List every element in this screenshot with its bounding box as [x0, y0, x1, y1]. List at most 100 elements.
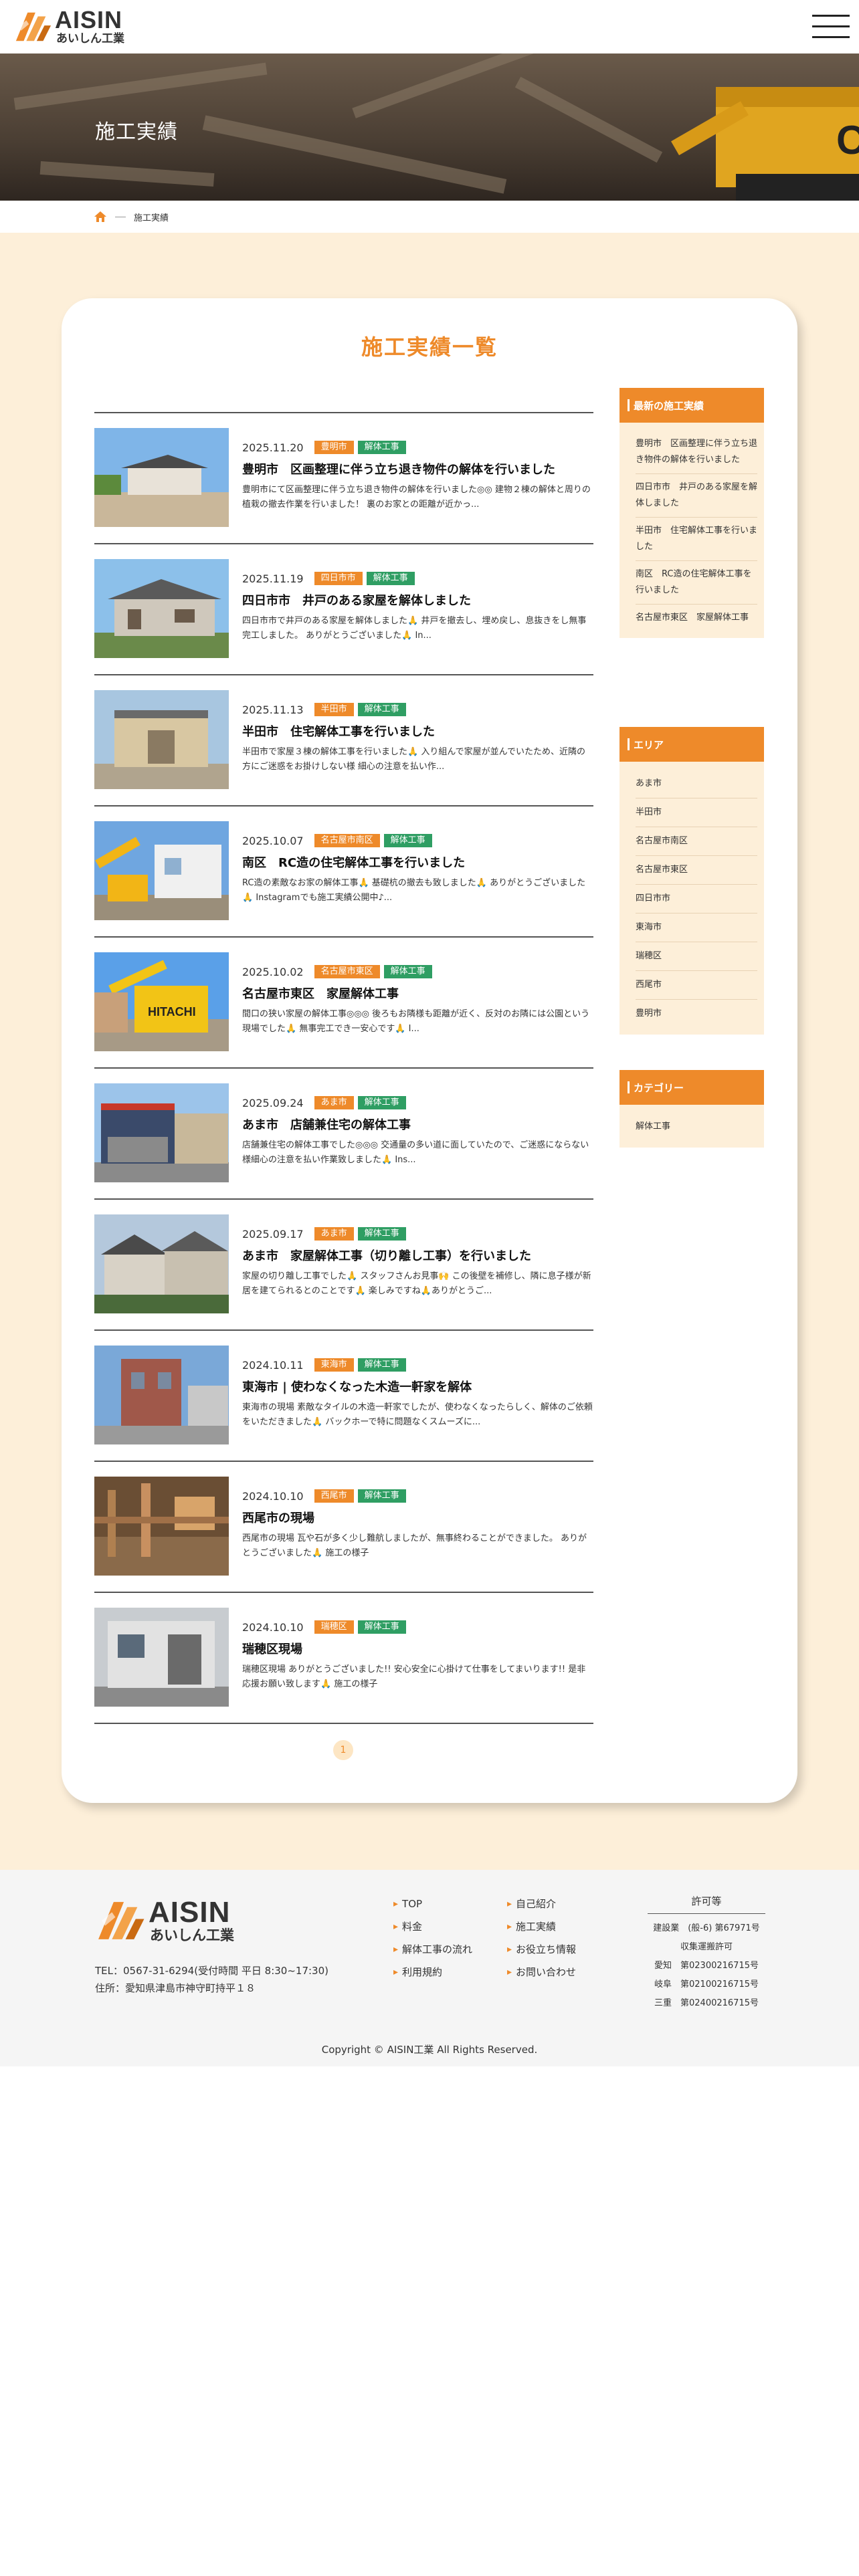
area-tag[interactable]: 半田市	[314, 703, 354, 716]
footer-logo-mark-icon	[98, 1902, 145, 1939]
sidebar-area-item[interactable]: 名古屋市南区	[636, 827, 757, 856]
post-excerpt: 豊明市にて区画整理に伴う立ち退き物件の解体を行いました◎◎ 建物２棟の解体と周り…	[242, 485, 591, 510]
post-item[interactable]: 2025.09.17 あま市 解体工事 あま市 家屋解体工事（切り離し工事）を行…	[94, 1200, 593, 1331]
sidebar-categories-title: カテゴリー	[619, 1070, 764, 1105]
post-item[interactable]: 2025.11.19 四日市市 解体工事 四日市市 井戸のある家屋を解体しました…	[94, 544, 593, 675]
post-title[interactable]: 西尾市の現場	[242, 1510, 593, 1527]
footer-license: 許可等 建設業 (般-6) 第67971号 収集運搬許可 愛知 第0230021…	[648, 1894, 765, 2013]
category-tag[interactable]: 解体工事	[357, 1227, 406, 1241]
area-tag[interactable]: 瑞穂区	[314, 1620, 354, 1634]
post-date: 2024.10.10	[242, 1620, 304, 1634]
footer-nav-terms[interactable]: 利用規約	[393, 1965, 472, 1988]
category-tag[interactable]: 解体工事	[383, 834, 432, 847]
footer-nav-top[interactable]: TOP	[393, 1897, 472, 1919]
post-item[interactable]: 2025.10.07 名古屋市南区 解体工事 南区 RC造の住宅解体工事を行いま…	[94, 807, 593, 938]
post-thumbnail[interactable]	[94, 1083, 229, 1182]
site-footer: AISIN あいしん工業 TEL：0567-31-6294(受付時間 平日 8:…	[0, 1870, 859, 2066]
post-thumbnail[interactable]	[94, 821, 229, 920]
hamburger-menu-button[interactable]	[812, 13, 850, 40]
footer-nav-contact[interactable]: お問い合わせ	[507, 1965, 576, 1988]
post-item[interactable]: 2025.11.13 半田市 解体工事 半田市 住宅解体工事を行いました 半田市…	[94, 675, 593, 807]
post-title[interactable]: 瑞穂区現場	[242, 1641, 593, 1658]
category-tag[interactable]: 解体工事	[366, 572, 415, 585]
hero-title: 施工実績	[95, 120, 178, 144]
post-item[interactable]: 2024.10.10 瑞穂区 解体工事 瑞穂区現場 瑞穂区現場 ありがとうござい…	[94, 1593, 593, 1724]
area-tag[interactable]: 豊明市	[314, 441, 354, 454]
post-thumbnail[interactable]	[94, 428, 229, 527]
post-title[interactable]: 東海市 | 使わなくなった木造一軒家を解体	[242, 1379, 593, 1396]
post-title[interactable]: 豊明市 区画整理に伴う立ち退き物件の解体を行いました	[242, 461, 593, 479]
post-title[interactable]: 四日市市 井戸のある家屋を解体しました	[242, 593, 593, 610]
post-date: 2025.11.19	[242, 572, 304, 585]
post-thumbnail[interactable]	[94, 1346, 229, 1444]
post-excerpt: 間口の狭い家屋の解体工事◎◎◎ 後ろもお隣様も距離が近く、反対のお隣には公園とい…	[242, 1009, 590, 1034]
sidebar-recent-item[interactable]: 豊明市 区画整理に伴う立ち退き物件の解体を行いました	[636, 431, 757, 474]
footer-nav-flow[interactable]: 解体工事の流れ	[393, 1942, 472, 1965]
category-tag[interactable]: 解体工事	[357, 441, 406, 454]
home-icon[interactable]	[94, 211, 107, 223]
post-excerpt: 四日市市で井戸のある家屋を解体しました🙏 井戸を撤去し、埋め戻し、息抜きをし無事…	[242, 616, 587, 641]
area-tag[interactable]: 四日市市	[314, 572, 363, 585]
sidebar-area-item[interactable]: 西尾市	[636, 971, 757, 1000]
sidebar-recent-item[interactable]: 南区 RC造の住宅解体工事を行いました	[636, 561, 757, 605]
area-tag[interactable]: 名古屋市南区	[314, 834, 380, 847]
license-title: 許可等	[648, 1894, 765, 1914]
footer-logo[interactable]: AISIN あいしん工業	[95, 1895, 234, 1946]
category-tag[interactable]: 解体工事	[357, 1489, 406, 1503]
footer-logo-text-ja: あいしん工業	[150, 1927, 234, 1943]
post-thumbnail[interactable]	[94, 1214, 229, 1313]
post-item[interactable]: 2024.10.10 西尾市 解体工事 西尾市の現場 西尾市の現場 瓦や石が多く…	[94, 1462, 593, 1593]
sidebar-area-item[interactable]: 豊明市	[636, 1000, 757, 1028]
category-tag[interactable]: 解体工事	[383, 965, 432, 978]
post-item[interactable]: 2024.10.11 東海市 解体工事 東海市 | 使わなくなった木造一軒家を解…	[94, 1331, 593, 1462]
site-logo[interactable]: AISIN あいしん工業	[13, 7, 124, 47]
sidebar-category-item[interactable]: 解体工事	[636, 1113, 757, 1141]
sidebar-recent-posts: 最新の施工実績 豊明市 区画整理に伴う立ち退き物件の解体を行いました 四日市市 …	[619, 388, 764, 638]
license-row: 収集運搬許可	[680, 1942, 733, 1952]
post-title[interactable]: あま市 家屋解体工事（切り離し工事）を行いました	[242, 1248, 593, 1265]
pagination-current-page[interactable]: 1	[333, 1740, 353, 1760]
post-thumbnail[interactable]: HITACHI	[94, 952, 229, 1051]
post-item[interactable]: 2025.09.24 あま市 解体工事 あま市 店舗兼住宅の解体工事 店舗兼住宅…	[94, 1069, 593, 1200]
post-thumbnail[interactable]	[94, 559, 229, 658]
sidebar-areas-title: エリア	[619, 727, 764, 762]
footer-nav-info[interactable]: お役立ち情報	[507, 1942, 576, 1965]
sidebar-area-item[interactable]: 四日市市	[636, 885, 757, 914]
category-tag[interactable]: 解体工事	[357, 1358, 406, 1372]
section-title: 施工実績一覧	[361, 334, 498, 360]
post-thumbnail[interactable]	[94, 1477, 229, 1576]
sidebar-area-item[interactable]: 半田市	[636, 798, 757, 827]
hero-banner: C 施工実績	[0, 53, 859, 201]
area-tag[interactable]: あま市	[314, 1096, 354, 1109]
sidebar-recent-item[interactable]: 四日市市 井戸のある家屋を解体しました	[636, 474, 757, 518]
footer-nav-about[interactable]: 自己紹介	[507, 1897, 576, 1919]
post-title[interactable]: 名古屋市東区 家屋解体工事	[242, 986, 593, 1003]
category-tag[interactable]: 解体工事	[357, 703, 406, 716]
area-tag[interactable]: 東海市	[314, 1358, 354, 1372]
area-tag[interactable]: 名古屋市東区	[314, 965, 380, 978]
post-title[interactable]: 半田市 住宅解体工事を行いました	[242, 724, 593, 741]
post-thumbnail[interactable]	[94, 690, 229, 789]
post-date: 2025.11.20	[242, 441, 304, 454]
area-tag[interactable]: あま市	[314, 1227, 354, 1241]
footer-nav-works[interactable]: 施工実績	[507, 1919, 576, 1942]
post-date: 2024.10.11	[242, 1358, 304, 1372]
copyright: Copyright © AISIN工業 All Rights Reserved.	[321, 2044, 538, 2056]
sidebar-area-item[interactable]: 名古屋市東区	[636, 856, 757, 885]
post-item[interactable]: 2025.11.20 豊明市 解体工事 豊明市 区画整理に伴う立ち退き物件の解体…	[94, 413, 593, 544]
footer-nav-pricing[interactable]: 料金	[393, 1919, 472, 1942]
sidebar-area-item[interactable]: 東海市	[636, 914, 757, 942]
category-tag[interactable]: 解体工事	[357, 1620, 406, 1634]
post-list: 2025.11.20 豊明市 解体工事 豊明市 区画整理に伴う立ち退き物件の解体…	[94, 412, 593, 1724]
post-item[interactable]: HITACHI 2025.10.02 名古屋市東区 解体工事 名古屋市東区 家屋…	[94, 938, 593, 1069]
post-title[interactable]: あま市 店舗兼住宅の解体工事	[242, 1117, 593, 1134]
sidebar-area-item[interactable]: 瑞穂区	[636, 942, 757, 971]
category-tag[interactable]: 解体工事	[357, 1096, 406, 1109]
post-title[interactable]: 南区 RC造の住宅解体工事を行いました	[242, 855, 593, 872]
sidebar-recent-item[interactable]: 半田市 住宅解体工事を行いました	[636, 518, 757, 561]
area-tag[interactable]: 西尾市	[314, 1489, 354, 1503]
sidebar-recent-item[interactable]: 名古屋市東区 家屋解体工事	[636, 605, 757, 631]
post-thumbnail[interactable]	[94, 1608, 229, 1707]
license-row: 三重 第02400216715号	[654, 1998, 759, 2008]
sidebar-area-item[interactable]: あま市	[636, 770, 757, 798]
